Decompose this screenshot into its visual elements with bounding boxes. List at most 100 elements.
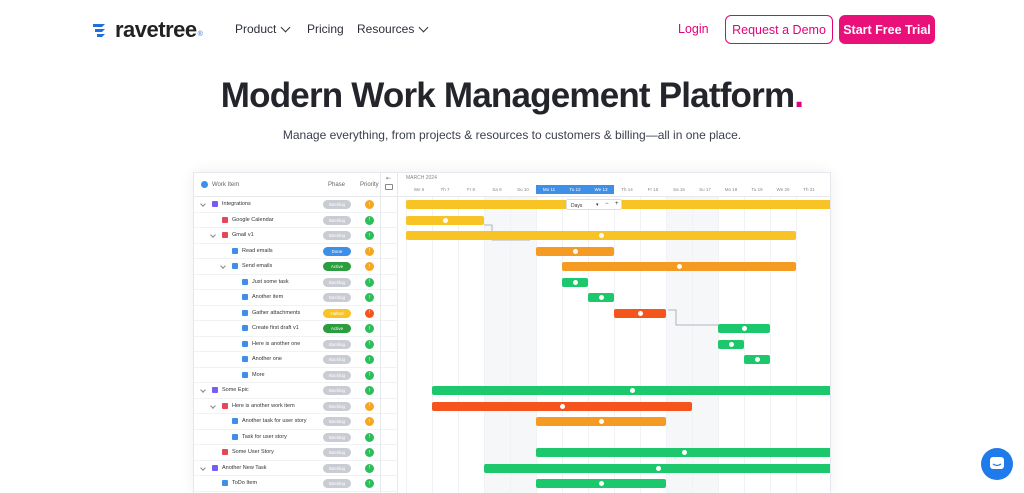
phase-badge[interactable]: Backlog (323, 293, 351, 302)
gantt-bar[interactable] (562, 262, 796, 271)
priority-icon[interactable]: ! (365, 246, 374, 256)
work-item-row[interactable]: Another task for user story Backlog! (194, 414, 398, 430)
work-item-row[interactable]: Gather attachments Halted! (194, 306, 398, 321)
work-item-row[interactable]: Read emails Done! (194, 244, 398, 259)
gantt-bar[interactable] (484, 463, 830, 473)
phase-badge[interactable]: Backlog (323, 215, 351, 225)
priority-icon[interactable]: ! (365, 401, 374, 411)
work-item-row[interactable]: Some Epic Backlog! (194, 383, 398, 399)
add-work-item-icon[interactable] (201, 181, 208, 188)
priority-icon[interactable]: ! (365, 308, 374, 318)
expand-toggle-icon[interactable] (200, 387, 206, 393)
phase-badge[interactable]: Backlog (323, 432, 351, 442)
zoom-in-icon[interactable]: + (615, 201, 619, 207)
phase-badge[interactable]: Active (323, 262, 351, 271)
top-nav: ravetree ® Product Pricing Resources Log… (0, 0, 1024, 60)
work-item-row[interactable]: More Backlog! (194, 368, 398, 383)
work-item-row[interactable]: Just some task Backlog! (194, 275, 398, 290)
collapse-icon[interactable]: ⇤ (386, 175, 391, 182)
expand-toggle-icon[interactable] (210, 402, 216, 409)
gantt-bar[interactable] (406, 231, 796, 240)
bar-handle-icon (598, 295, 604, 300)
work-item-row[interactable]: Here is another work item Backlog! (194, 399, 398, 414)
priority-icon[interactable]: ! (365, 370, 374, 380)
zoom-out-icon[interactable]: − (605, 201, 609, 207)
expand-toggle-icon[interactable] (220, 263, 226, 269)
phase-badge[interactable]: Backlog (323, 448, 351, 457)
priority-icon[interactable]: ! (365, 231, 374, 240)
phase-badge[interactable]: Backlog (323, 401, 351, 411)
gantt-bar[interactable] (536, 417, 666, 426)
brand-logo[interactable]: ravetree ® (91, 17, 203, 42)
nav-resources[interactable]: Resources (357, 22, 429, 36)
gantt-bar[interactable] (536, 448, 830, 457)
nav-product[interactable]: Product (235, 22, 291, 36)
zoom-select[interactable]: Days ▾ − + (566, 199, 622, 210)
hero-title-text: Modern Work Management Platform (220, 76, 795, 115)
work-item-row[interactable]: Send emails Active! (194, 259, 398, 275)
gantt-bar[interactable] (536, 246, 614, 256)
brand-name: ravetree (115, 17, 197, 42)
work-item-row[interactable]: Here is another one Backlog! (194, 337, 398, 352)
priority-icon[interactable]: ! (365, 417, 374, 426)
priority-icon[interactable]: ! (365, 448, 374, 457)
priority-icon[interactable]: ! (365, 479, 374, 488)
expand-toggle-icon[interactable] (200, 201, 206, 207)
work-item-row[interactable]: Some User Story Backlog! (194, 445, 398, 461)
work-item-row[interactable]: Task for user story Backlog! (194, 430, 398, 445)
nav-pricing[interactable]: Pricing (307, 22, 344, 36)
calendar-icon[interactable] (385, 184, 393, 190)
work-item-row[interactable]: Integrations Backlog! (194, 197, 398, 213)
phase-badge[interactable]: Backlog (323, 479, 351, 488)
gantt-bar[interactable] (562, 277, 588, 287)
hero-title-dot: . (794, 76, 804, 115)
gantt-bar[interactable] (718, 324, 770, 333)
priority-icon[interactable]: ! (365, 386, 374, 395)
work-item-row[interactable]: Another item Backlog! (194, 290, 398, 306)
priority-icon[interactable]: ! (365, 463, 374, 473)
gantt-bar[interactable] (536, 479, 666, 488)
phase-badge[interactable]: Backlog (323, 355, 351, 364)
gantt-bar[interactable] (744, 355, 770, 364)
gantt-bar[interactable] (614, 308, 666, 318)
work-item-row[interactable]: Create first draft v1 Active! (194, 321, 398, 337)
work-item-row[interactable]: ToDo Item Backlog! (194, 476, 398, 492)
priority-icon[interactable]: ! (365, 339, 374, 349)
priority-icon[interactable]: ! (365, 293, 374, 302)
work-item-row[interactable]: Gmail v1 Backlog! (194, 228, 398, 244)
phase-badge[interactable]: Backlog (323, 463, 351, 473)
work-item-row[interactable]: Another one Backlog! (194, 352, 398, 368)
phase-badge[interactable]: Backlog (323, 386, 351, 395)
chat-launcher-button[interactable] (981, 448, 1013, 480)
gantt-bar[interactable] (588, 293, 614, 302)
expand-toggle-icon[interactable] (210, 232, 216, 238)
gantt-bar[interactable] (406, 215, 484, 225)
priority-icon[interactable]: ! (365, 324, 374, 333)
phase-badge[interactable]: Backlog (323, 370, 351, 380)
priority-icon[interactable]: ! (365, 262, 374, 271)
phase-badge[interactable]: Active (323, 324, 351, 333)
request-demo-button[interactable]: Request a Demo (725, 15, 833, 44)
phase-badge[interactable]: Backlog (323, 231, 351, 240)
priority-icon[interactable]: ! (365, 277, 374, 287)
expand-toggle-icon[interactable] (200, 464, 206, 471)
gantt-bar[interactable] (718, 339, 744, 349)
work-item-row[interactable]: Another New Task Backlog! (194, 461, 398, 476)
work-item-label: Another task for user story (242, 418, 307, 424)
priority-icon[interactable]: ! (365, 432, 374, 442)
phase-badge[interactable]: Done (323, 246, 351, 256)
priority-icon[interactable]: ! (365, 355, 374, 364)
gantt-bar[interactable] (432, 386, 830, 395)
phase-badge[interactable]: Halted (323, 308, 351, 318)
phase-badge[interactable]: Backlog (323, 417, 351, 426)
priority-icon[interactable]: ! (365, 215, 374, 225)
phase-badge[interactable]: Backlog (323, 277, 351, 287)
priority-icon[interactable]: ! (365, 200, 374, 209)
phase-badge[interactable]: Backlog (323, 200, 351, 209)
login-link[interactable]: Login (678, 22, 709, 36)
phase-badge[interactable]: Backlog (323, 339, 351, 349)
work-item-row[interactable]: Google Calendar Backlog! (194, 213, 398, 228)
gantt-bar[interactable] (432, 401, 692, 411)
work-item-type-icon (222, 449, 228, 455)
start-free-trial-button[interactable]: Start Free Trial (839, 15, 935, 44)
